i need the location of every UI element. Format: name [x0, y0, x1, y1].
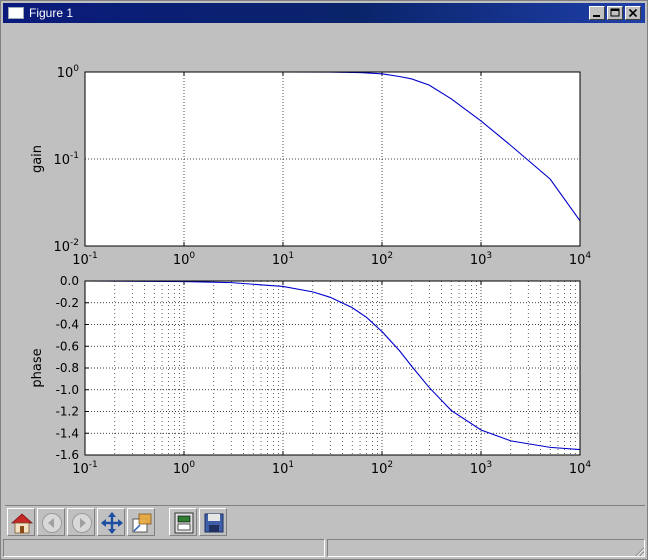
home-button[interactable]	[7, 508, 35, 536]
figure-window: Figure 1 10-1 100 101 102 103 104 100 10-1 10-2 g…	[0, 0, 648, 560]
y-tick-label: -1.2	[56, 405, 79, 419]
y-tick-label: -1.4	[56, 426, 79, 440]
x-tick-label: 100	[173, 251, 196, 268]
close-button[interactable]	[625, 6, 641, 20]
y-tick-label: -0.6	[56, 339, 79, 353]
x-tick-label: 100	[173, 460, 196, 477]
pan-button[interactable]	[97, 508, 125, 536]
save-button[interactable]	[199, 508, 227, 536]
figure-svg: 10-1 100 101 102 103 10410010-110-2gain10-1 10…	[30, 64, 591, 477]
back-button[interactable]	[37, 508, 65, 536]
status-bar	[3, 539, 647, 559]
y-tick-label: 0.0	[60, 274, 79, 288]
y-tick-label: -0.2	[56, 296, 79, 310]
x-tick-label: 10-1	[72, 460, 98, 477]
x-tick-label: 10-1	[72, 251, 98, 268]
window-controls	[589, 6, 641, 20]
window-icon	[8, 7, 24, 19]
status-panel-right	[327, 539, 645, 557]
subplots-icon	[174, 512, 194, 534]
back-arrow-icon	[42, 513, 62, 533]
status-panel-left	[3, 539, 325, 557]
x-tick-label: 101	[272, 251, 294, 268]
forward-button[interactable]	[67, 508, 95, 536]
y-tick-label: 100	[57, 64, 80, 81]
x-tick-label: 104	[569, 251, 592, 268]
figure-canvas[interactable]: 10-1 100 101 102 103 104 100 10-1 10-2 gain 10-1 10…	[5, 25, 645, 505]
resize-grip-icon[interactable]	[633, 545, 645, 557]
minimize-button[interactable]	[589, 6, 605, 20]
pan-icon	[101, 512, 123, 534]
title-bar[interactable]: Figure 1	[3, 3, 645, 23]
y-tick-label: -0.4	[56, 318, 79, 332]
window-title: Figure 1	[29, 6, 74, 20]
y-tick-label: 10-1	[53, 151, 79, 168]
y-tick-label: -1.0	[56, 383, 79, 397]
axes-phase[interactable]: 10-1 100 101 102 103 104 0.0 -0.2 -0.4 -0.6 -0.8 -1…	[30, 274, 591, 477]
y-tick-label: -0.8	[56, 361, 79, 375]
x-tick-label: 102	[371, 251, 393, 268]
close-icon	[628, 8, 638, 18]
maximize-icon	[610, 8, 620, 17]
x-tick-label: 103	[470, 460, 492, 477]
x-tick-label: 101	[272, 460, 294, 477]
save-icon	[204, 513, 224, 533]
x-tick-label: 102	[371, 460, 393, 477]
y-tick-label: -1.6	[56, 448, 79, 462]
zoom-rect-icon	[132, 513, 152, 533]
axes-gain[interactable]: 10-1 100 101 102 103 10410010-110-2gain	[30, 64, 591, 268]
y-axis-label: phase	[30, 348, 45, 387]
minimize-icon	[593, 15, 600, 17]
y-axis-label: gain	[30, 145, 45, 173]
x-tick-label: 104	[569, 460, 592, 477]
navigation-toolbar	[5, 505, 645, 540]
forward-arrow-icon	[72, 513, 92, 533]
home-icon	[10, 513, 34, 534]
zoom-button[interactable]	[127, 508, 155, 536]
x-tick-label: 103	[470, 251, 492, 268]
subplots-button[interactable]	[169, 508, 197, 536]
maximize-button[interactable]	[607, 6, 623, 20]
